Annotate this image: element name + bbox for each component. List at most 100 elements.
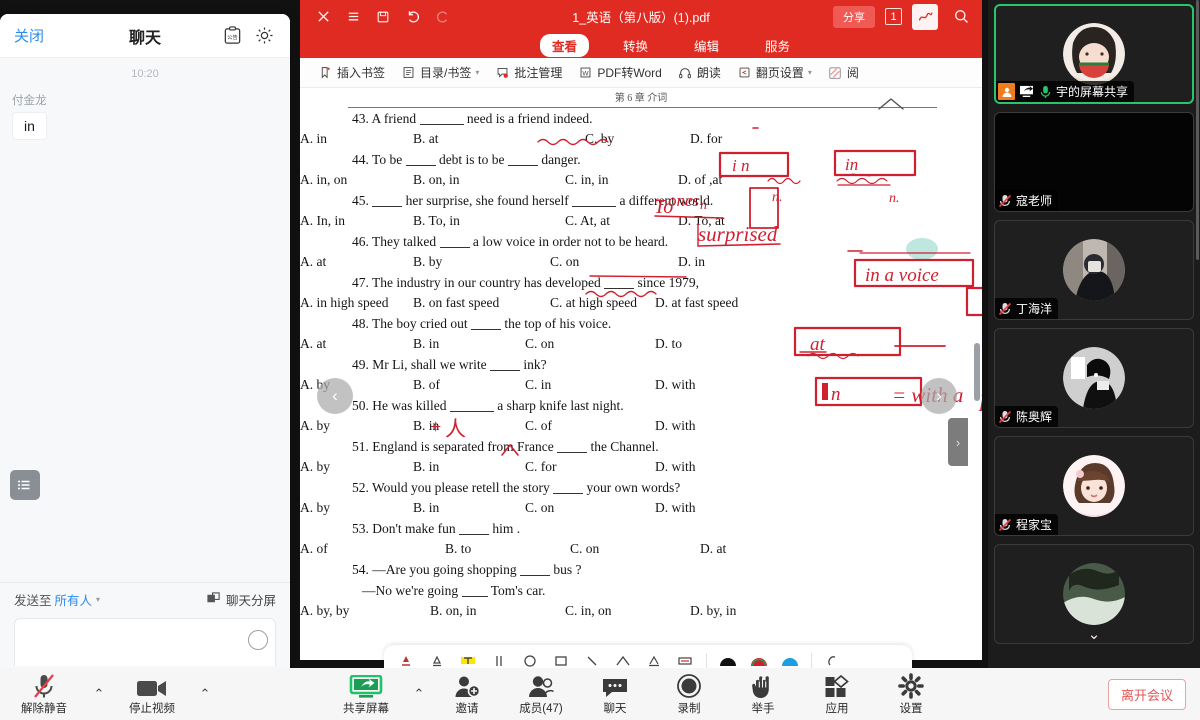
tab-convert[interactable]: 转换	[611, 34, 660, 57]
participant-tile[interactable]: 程家宝	[994, 436, 1194, 536]
toc-bookmark-button[interactable]: 目录/书签 ▾	[401, 64, 479, 81]
meeting-control-bar: 解除静音 ⌃ 停止视频 ⌃ 共享屏幕 ⌃ 邀请 成员(47) 聊天 录制 举手 …	[0, 668, 1200, 720]
q43-option-d: D. for	[690, 131, 723, 146]
chat-split-screen-button[interactable]: 聊天分屏	[206, 590, 276, 609]
q44-stem-mid: debt is to be	[438, 152, 505, 167]
q50-option-a: A. by	[300, 418, 330, 433]
participant-name-bar: 丁海洋	[995, 298, 1059, 319]
avatar	[1063, 347, 1125, 409]
q53-option-a: A. of	[300, 541, 328, 556]
settings-button[interactable]: 设置	[874, 668, 948, 720]
q54-option-a: A. by, by	[300, 603, 350, 618]
q51-num: 51.	[352, 439, 369, 454]
q52-option-d: D. with	[655, 500, 696, 515]
unmute-label: 解除静音	[21, 702, 67, 715]
chevron-up-icon: ⌃	[199, 686, 211, 701]
apps-label: 应用	[825, 702, 849, 715]
next-page-button[interactable]: ›	[921, 378, 957, 414]
pdf-document-page[interactable]: 第 6 章 介词 43. A friend need is a friend i…	[300, 88, 982, 660]
record-button[interactable]: 录制	[652, 668, 726, 720]
strip-scrollbar[interactable]	[1196, 0, 1199, 260]
unmute-button[interactable]: 解除静音	[0, 668, 88, 720]
document-scrollbar[interactable]	[974, 343, 980, 401]
chat-list-icon[interactable]	[10, 470, 40, 500]
insert-bookmark-button[interactable]: 插入书签	[318, 64, 385, 81]
pdf-to-word-button[interactable]: W PDF转Word	[578, 64, 662, 81]
chat-send-to-value[interactable]: 所有人	[55, 590, 93, 609]
page-number-box[interactable]: 1	[885, 8, 902, 25]
q45-stem-after: a different world.	[619, 193, 714, 208]
participant-tile[interactable]: 寇老师	[994, 112, 1194, 212]
q49-stem-after: ink?	[523, 357, 547, 372]
q49-num: 49.	[352, 357, 369, 372]
mic-options-caret[interactable]: ⌃	[88, 668, 110, 720]
comment-manage-button[interactable]: 批注管理	[495, 64, 562, 81]
chat-input[interactable]	[14, 618, 276, 666]
side-drawer-toggle[interactable]: ›	[948, 418, 968, 466]
chat-send-to-row: 发送至 所有人 ▾ 聊天分屏	[0, 582, 290, 616]
participant-name: 丁海洋	[1016, 302, 1053, 316]
pdf-share-button[interactable]: 分享	[833, 5, 875, 28]
undo-icon[interactable]	[398, 4, 428, 30]
q43-option-b: B. at	[413, 131, 439, 146]
emoji-icon[interactable]	[248, 630, 268, 650]
participant-tile[interactable]: 陈奥辉	[994, 328, 1194, 428]
participant-tile[interactable]: 宇的屏幕共享	[994, 4, 1194, 104]
chat-icon	[601, 673, 629, 699]
announcement-icon[interactable]: 公告	[220, 24, 244, 48]
read-mode-button[interactable]: 阅	[828, 64, 859, 81]
tab-service[interactable]: 服务	[753, 34, 802, 57]
chevron-down-icon[interactable]: ▾	[475, 68, 479, 77]
chat-button[interactable]: 聊天	[578, 668, 652, 720]
q48-option-a: A. at	[300, 336, 327, 351]
search-icon[interactable]	[948, 4, 974, 30]
tab-view[interactable]: 查看	[539, 34, 589, 57]
pen-scribble-icon[interactable]	[912, 3, 938, 30]
chat-label: 聊天	[603, 702, 627, 715]
read-aloud-label: 朗读	[696, 66, 721, 80]
tab-edit[interactable]: 编辑	[682, 34, 731, 57]
participant-tile[interactable]: 丁海洋	[994, 220, 1194, 320]
invite-user-icon	[454, 673, 480, 699]
q50-option-c: C. of	[525, 418, 552, 433]
question-52: 52. Would you please retell the story yo…	[300, 477, 982, 518]
prev-page-button[interactable]: ‹	[317, 378, 353, 414]
chat-message-list[interactable]: 10:20 付金龙 in	[0, 58, 290, 578]
share-screen-button[interactable]: 共享屏幕	[324, 668, 408, 720]
stop-video-button[interactable]: 停止视频	[110, 668, 194, 720]
chat-split-label: 聊天分屏	[225, 594, 276, 608]
q43-option-c: C. by	[585, 131, 615, 146]
q51-option-a: A. by	[300, 459, 330, 474]
scroll-down-icon[interactable]: ⌄	[1077, 624, 1111, 644]
apps-button[interactable]: 应用	[800, 668, 874, 720]
gear-icon[interactable]	[252, 24, 276, 48]
q47-stem-before: The industry in our country has develope…	[372, 275, 601, 290]
leave-meeting-button[interactable]: 离开会议	[1107, 679, 1186, 710]
chevron-up-icon: ⌃	[413, 686, 425, 701]
chat-close-button[interactable]: 关闭	[14, 25, 44, 46]
page-flip-settings-button[interactable]: 翻页设置 ▾	[737, 64, 812, 81]
video-options-caret[interactable]: ⌃	[194, 668, 216, 720]
close-icon[interactable]	[308, 4, 338, 30]
chevron-down-icon[interactable]: ▾	[96, 595, 100, 604]
save-icon[interactable]	[368, 4, 398, 30]
q54-stem-line2-after: Tom's car.	[490, 583, 546, 598]
q46-num: 46.	[352, 234, 369, 249]
comment-manage-label: 批注管理	[514, 66, 563, 80]
q51-stem-before: England is separated from France	[372, 439, 554, 454]
q46-stem-after: a low voice in order not to be heard.	[472, 234, 669, 249]
read-aloud-button[interactable]: 朗读	[678, 64, 721, 81]
zoom-meeting-window: 1_英语（第八版）(1).pdf 分享 1 查看 转换 编辑 服务 插入书签 目…	[0, 0, 1200, 720]
participant-video-strip: 宇的屏幕共享 寇老师 丁海洋 陈奥辉 程家宝 ⌄	[988, 0, 1200, 672]
participant-name: 程家宝	[1016, 518, 1053, 532]
chevron-down-icon[interactable]: ▾	[808, 68, 812, 77]
invite-button[interactable]: 邀请	[430, 668, 504, 720]
q51-option-d: D. with	[655, 459, 696, 474]
menu-icon[interactable]	[338, 4, 368, 30]
read-mode-icon	[828, 65, 843, 80]
participants-button[interactable]: 成员(47)	[504, 668, 578, 720]
raise-hand-button[interactable]: 举手	[726, 668, 800, 720]
q54-stem-after: bus ?	[553, 562, 582, 577]
share-options-caret[interactable]: ⌃	[408, 668, 430, 720]
chat-panel: 关闭 聊天 公告 10:20 付金龙 in 发送至 所有人 ▾ 聊天分屏	[0, 14, 290, 669]
